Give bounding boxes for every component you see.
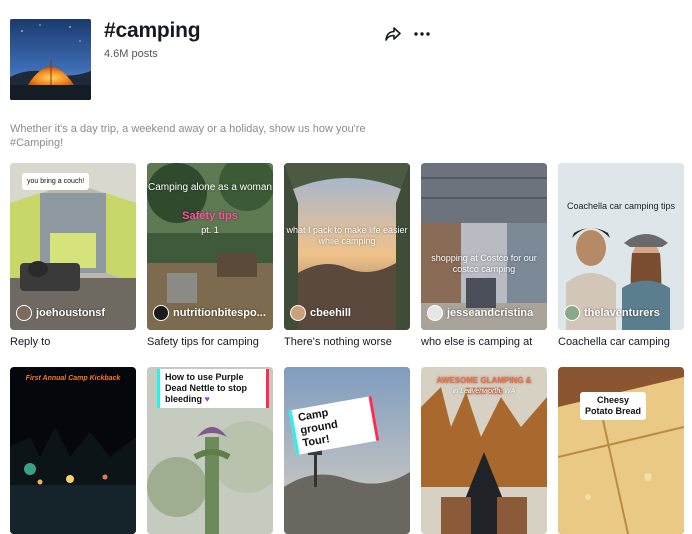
avatar [153,305,169,321]
posts-count: 4.6M posts [104,48,158,60]
video-thumbnail[interactable]: Camp ground Tour! [284,367,410,534]
avatar [290,305,306,321]
title-sticker: Cheesy Potato Bread [580,392,646,420]
video-caption: Coachella car camping [558,336,670,348]
video-thumbnail[interactable]: what I pack to make life easier while ca… [284,163,410,330]
video-author: joehoustonsf [16,305,105,321]
video-author: nutritionbitespo... [153,305,266,321]
video-thumbnail[interactable]: How to use Purple Dead Nettle to stop bl… [147,367,273,534]
video-card[interactable]: Cheesy Potato Bread [558,367,684,534]
share-arrow-icon[interactable] [384,25,402,43]
hashtag-header: #camping 4.6M posts [10,19,682,101]
video-thumbnail[interactable]: First Annual Camp Kickback [10,367,136,534]
video-card[interactable]: Coachella car camping tips thelaventurer… [558,163,684,348]
video-card[interactable]: you bring a couch! joehoustonsf Reply to [10,163,136,348]
video-thumbnail[interactable]: Cheesy Potato Bread [558,367,684,534]
avatar [16,305,32,321]
video-caption: who else is camping at [421,336,533,348]
video-overlay-text: First Annual Camp Kickback [25,375,121,382]
video-card[interactable]: First Annual Camp Kickback [10,367,136,534]
reply-sticker: you bring a couch! [22,173,90,190]
video-overlay-text: Coachella car camping tips [566,201,676,211]
video-thumbnail[interactable]: Coachella car camping tips thelaventurer… [558,163,684,330]
video-card[interactable]: AWESOME GLAMPING & CAMPING in Leavenwort… [421,367,547,534]
video-card[interactable]: How to use Purple Dead Nettle to stop bl… [147,367,273,534]
video-card[interactable]: Camp ground Tour! [284,367,410,534]
avatar [564,305,580,321]
video-overlay-text: what I pack to make life easier while ca… [286,225,408,246]
video-author: cbeehill [290,305,351,321]
video-card[interactable]: what I pack to make life easier while ca… [284,163,410,348]
author-name: nutritionbitespo... [173,307,266,319]
hashtag-description: Whether it's a day trip, a weekend away … [10,123,366,149]
video-author: thelaventurers [564,305,660,321]
video-overlay-part: pt. 1 [201,225,219,235]
video-caption: Reply to [10,336,51,348]
more-dots-icon[interactable] [412,25,432,43]
video-thumbnail[interactable]: Camping alone as a woman Safety tips pt.… [147,163,273,330]
title-sticker: How to use Purple Dead Nettle to stop bl… [157,369,269,408]
video-overlay-text: shopping at Costco for our costco campin… [431,253,537,274]
video-thumbnail[interactable]: shopping at Costco for our costco campin… [421,163,547,330]
video-thumbnail[interactable]: AWESOME GLAMPING & CAMPING in Leavenwort… [421,367,547,534]
avatar [427,305,443,321]
video-caption: There's nothing worse [284,336,392,348]
author-name: cbeehill [310,307,351,319]
video-overlay-title: Safety tips [182,210,238,222]
video-caption: Safety tips for camping [147,336,259,348]
hashtag-title: #camping [104,19,201,42]
video-author: jesseandcristina [427,305,533,321]
heart-emoji-icon: ♥ [204,394,210,404]
video-overlay-subtitle: in Leavenworth, WA [452,388,516,395]
video-overlay-text: Camping alone as a woman [148,182,272,193]
hashtag-cover-image [10,19,91,100]
author-name: thelaventurers [584,307,660,319]
video-card[interactable]: shopping at Costco for our costco campin… [421,163,547,348]
video-card[interactable]: Camping alone as a woman Safety tips pt.… [147,163,273,348]
video-thumbnail[interactable]: you bring a couch! joehoustonsf [10,163,136,330]
author-name: jesseandcristina [447,307,534,319]
author-name: joehoustonsf [36,307,106,319]
